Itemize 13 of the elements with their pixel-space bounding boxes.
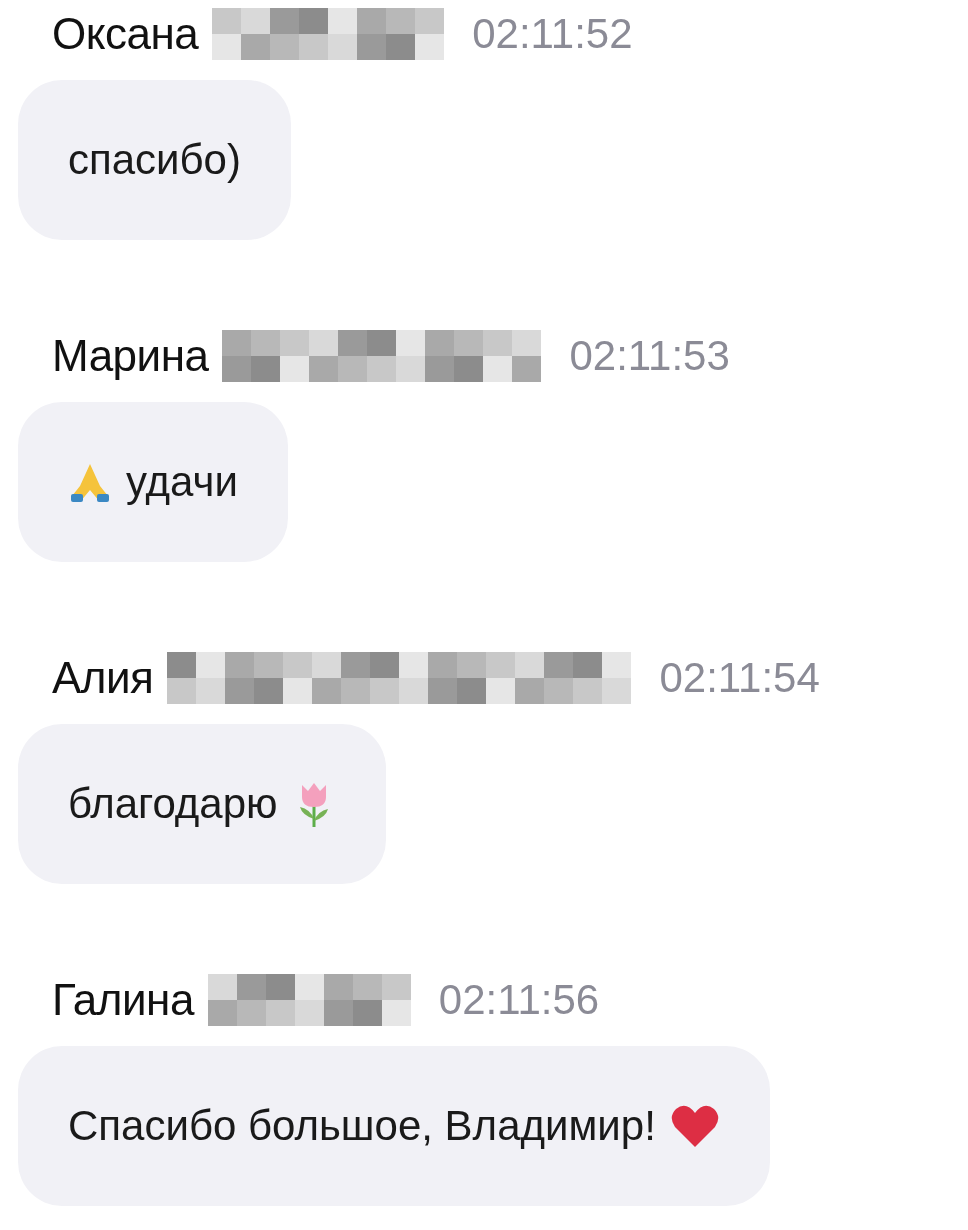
- author-name: Галина: [52, 975, 194, 1025]
- message-time: 02:11:53: [569, 332, 730, 380]
- message-text: благодарю: [68, 780, 278, 828]
- message-time: 02:11:54: [659, 654, 820, 702]
- message-time: 02:11:56: [438, 976, 600, 1024]
- author-name: Оксана: [52, 9, 199, 59]
- message-text: Спасибо большое, Владимир!: [68, 1102, 656, 1150]
- message-text: удачи: [126, 458, 238, 506]
- author-name: Марина: [52, 331, 209, 381]
- author-name: Алия: [52, 653, 154, 703]
- message-text: спасибо): [68, 136, 241, 184]
- message-time: 02:11:52: [472, 10, 633, 58]
- heart-icon: [669, 1103, 720, 1149]
